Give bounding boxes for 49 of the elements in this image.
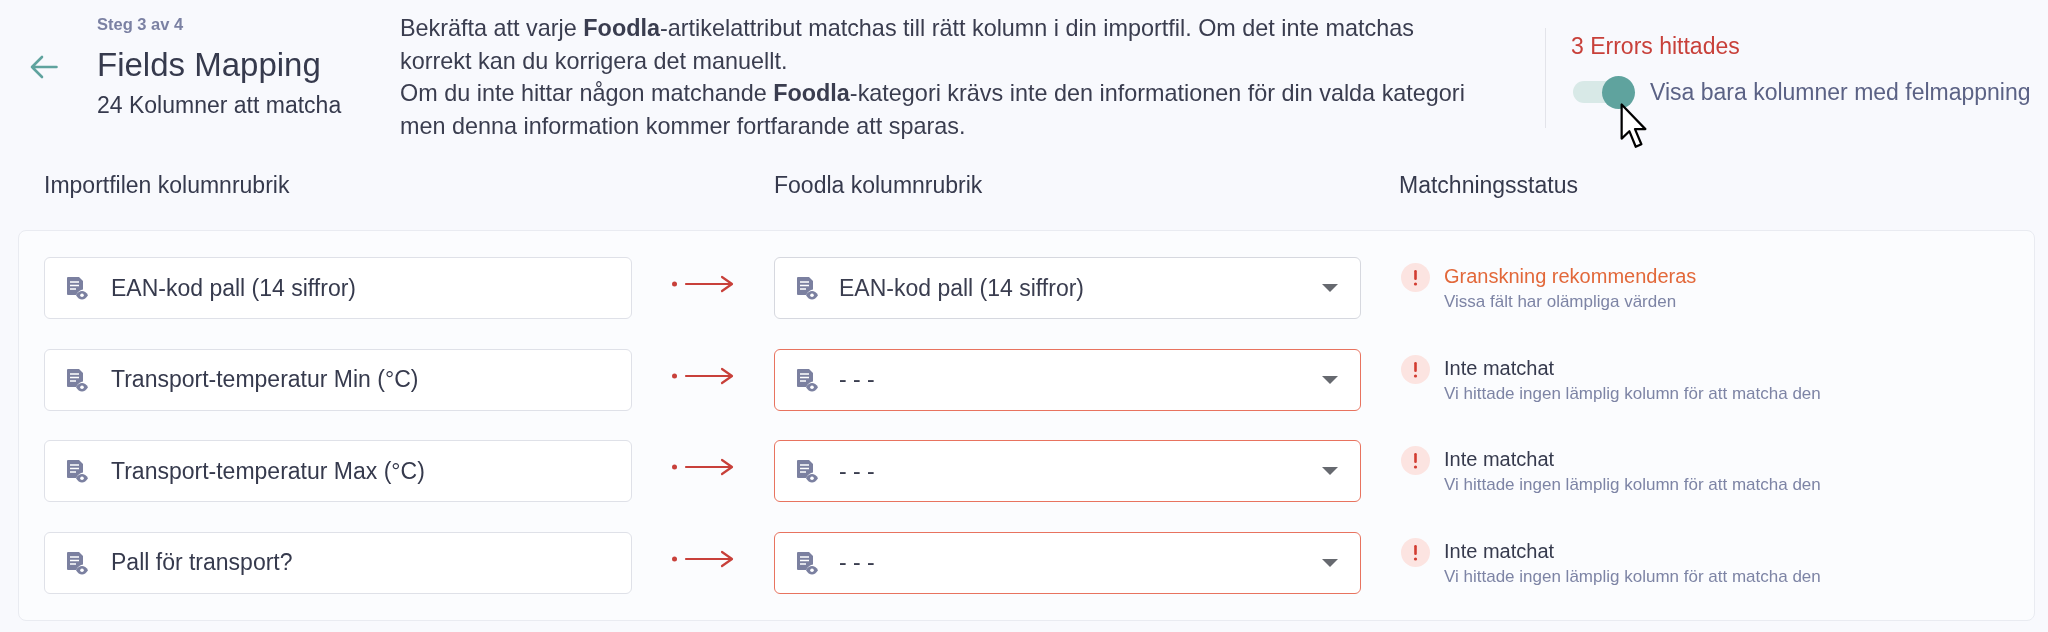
import-column-field: Transport-temperatur Min (°C): [44, 348, 632, 411]
arrow-right-icon: [672, 366, 734, 385]
status-title: Inte matchat: [1444, 538, 1556, 564]
step-label: Steg 3 av 4: [97, 14, 185, 34]
column-dropdown[interactable]: - - -: [774, 531, 1361, 594]
document-eye-icon: [796, 550, 818, 575]
column-heading: Foodla kolumnrubrik: [774, 171, 984, 199]
arrow-right-icon: [672, 275, 734, 293]
document-eye-icon: [66, 459, 88, 483]
status-title: Inte matchat: [1444, 355, 1556, 381]
status-title: Granskning rekommenderas: [1444, 264, 1697, 289]
document-eye-icon: [66, 367, 88, 392]
arrow-right-icon: [672, 458, 734, 476]
caret-down-icon: [1322, 284, 1338, 292]
column-dropdown[interactable]: EAN-kod pall (14 siffror): [774, 257, 1361, 319]
exclamation-icon: [1401, 354, 1430, 384]
document-eye-icon: [66, 276, 88, 300]
back-button[interactable]: [30, 55, 58, 79]
import-column-field: Transport-temperatur Max (°C): [44, 440, 632, 502]
description-text: Om du inte hittar någon matchande Foodla-kategori krävs inte den informationen för din valda kategori men denna information kommer fortfarande att sparas.: [400, 79, 1466, 141]
column-dropdown[interactable]: - - -: [774, 348, 1361, 411]
status-detail: Vi hittade ingen lämplig kolumn för att matcha den: [1444, 565, 1821, 588]
arrow-right-icon: [672, 549, 734, 568]
document-eye-icon: [796, 367, 818, 392]
arrow-left-icon: [30, 55, 58, 79]
caret-down-icon: [1322, 375, 1338, 384]
column-heading: Importfilen kolumnrubrik: [44, 171, 291, 199]
document-eye-icon: [796, 276, 818, 300]
status-detail: Vi hittade ingen lämplig kolumn för att matcha den: [1444, 382, 1821, 405]
import-column-field: EAN-kod pall (14 siffror): [44, 257, 632, 319]
import-column-field: Pall för transport?: [44, 531, 632, 594]
status-detail: Vi hittade ingen lämplig kolumn för att matcha den: [1444, 474, 1821, 496]
document-eye-icon: [796, 459, 818, 483]
document-eye-icon: [66, 550, 88, 575]
description-text: Bekräfta att varje Foodla-artikelattribut matchas till rätt kolumn i din importfil. Om det inte matchas korrekt kan du korrigera det manuellt.: [400, 14, 1415, 76]
status-detail: Vissa fält har olämpliga värden: [1444, 291, 1678, 313]
status-title: Inte matchat: [1444, 447, 1556, 472]
exclamation-icon: [1401, 263, 1430, 292]
caret-down-icon: [1322, 558, 1338, 567]
column-dropdown[interactable]: - - -: [774, 440, 1361, 502]
column-heading: Matchningsstatus: [1398, 171, 1579, 199]
error-count: 3 Errors hittades: [1571, 32, 1741, 60]
toggle-label: Visa bara kolumner med felmappning: [1650, 78, 2031, 106]
toggle-switch[interactable]: [1571, 75, 1635, 109]
column-count: 24 Kolumner att matcha: [97, 91, 343, 119]
page-title: Fields Mapping: [97, 45, 322, 85]
exclamation-icon: [1401, 446, 1430, 475]
caret-down-icon: [1322, 467, 1338, 475]
exclamation-icon: [1401, 537, 1430, 567]
